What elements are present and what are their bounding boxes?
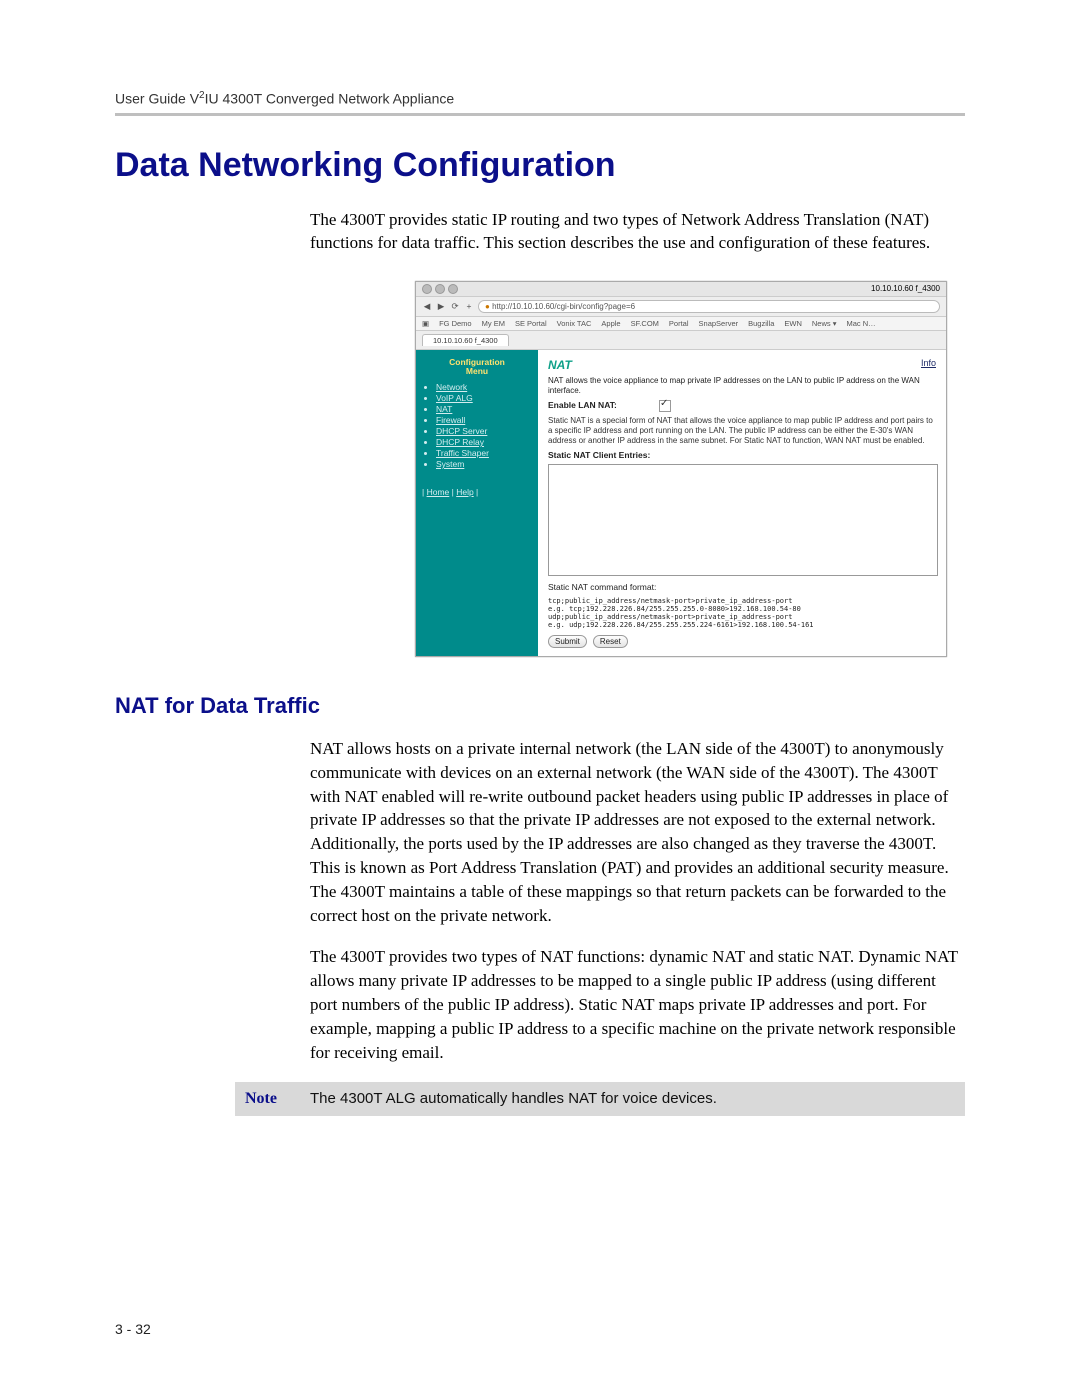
sidebar-footer-links: | Home | Help | <box>422 487 532 497</box>
entries-label: Static NAT Client Entries: <box>548 450 936 461</box>
bookmarks-bar: ▣ FG Demo My EM SE Portal Vonix TAC Appl… <box>416 317 946 331</box>
bookmarks-toggle-icon[interactable]: ▣ <box>422 319 429 328</box>
panel-description: NAT allows the voice appliance to map pr… <box>548 376 936 396</box>
config-sidebar: ConfigurationMenu Network VoIP ALG NAT F… <box>416 350 538 656</box>
webapp-body: ConfigurationMenu Network VoIP ALG NAT F… <box>416 350 946 656</box>
enable-lan-nat-label: Enable LAN NAT: <box>548 400 617 410</box>
section-heading: Data Networking Configuration <box>115 146 965 185</box>
sidebar-item-system[interactable]: System <box>436 459 532 469</box>
config-panel: NAT Info NAT allows the voice appliance … <box>538 350 946 656</box>
bookmark-item[interactable]: Portal <box>669 319 689 328</box>
intro-paragraph: The 4300T provides static IP routing and… <box>310 209 965 255</box>
bookmark-item[interactable]: FG Demo <box>439 319 472 328</box>
note-callout: Note The 4300T ALG automatically handles… <box>235 1082 965 1116</box>
address-bar[interactable]: ● http://10.10.10.60/cgi-bin/config?page… <box>478 300 940 313</box>
bookmark-item[interactable]: My EM <box>482 319 505 328</box>
submit-button[interactable]: Submit <box>548 635 587 648</box>
form-buttons: Submit Reset <box>548 635 936 648</box>
sidebar-item-firewall[interactable]: Firewall <box>436 415 532 425</box>
panel-heading: NAT <box>548 358 572 372</box>
embedded-screenshot: 10.10.10.60 f_4300 ◀ ▶ ⟳ + ● http://10.1… <box>415 281 947 657</box>
cmd-format-examples: tcp;public_ip_address/netmask-port>priva… <box>548 597 936 629</box>
window-title: 10.10.10.60 f_4300 <box>871 284 940 293</box>
add-icon[interactable]: + <box>464 301 474 311</box>
bookmark-item[interactable]: Mac N… <box>847 319 876 328</box>
bookmark-item[interactable]: Bugzilla <box>748 319 774 328</box>
sidebar-item-nat[interactable]: NAT <box>436 404 532 414</box>
traffic-lights <box>422 284 458 294</box>
body-paragraph-2: The 4300T provides two types of NAT func… <box>310 945 965 1064</box>
sidebar-menu: Network VoIP ALG NAT Firewall DHCP Serve… <box>436 382 532 469</box>
note-label: Note <box>245 1090 310 1108</box>
note-text: The 4300T ALG automatically handles NAT … <box>310 1090 717 1107</box>
sidebar-item-network[interactable]: Network <box>436 382 532 392</box>
sidebar-home-link[interactable]: Home <box>427 487 450 497</box>
cmd-format-label: Static NAT command format: <box>548 582 936 593</box>
header-rule <box>115 113 965 116</box>
sidebar-item-dhcp-server[interactable]: DHCP Server <box>436 426 532 436</box>
static-nat-description: Static NAT is a special form of NAT that… <box>548 416 936 446</box>
bookmark-item[interactable]: SnapServer <box>699 319 739 328</box>
back-icon[interactable]: ◀ <box>422 301 432 312</box>
document-page: User Guide V2IU 4300T Converged Network … <box>0 0 1080 1397</box>
enable-lan-nat-row: Enable LAN NAT: <box>548 400 936 412</box>
bookmark-item[interactable]: Apple <box>601 319 620 328</box>
bookmark-item[interactable]: Vonix TAC <box>557 319 592 328</box>
body-paragraph-1: NAT allows hosts on a private internal n… <box>310 737 965 927</box>
browser-tab[interactable]: 10.10.10.60 f_4300 <box>422 334 509 346</box>
info-link[interactable]: Info <box>921 358 936 372</box>
window-titlebar: 10.10.10.60 f_4300 <box>416 282 946 297</box>
sidebar-item-voip-alg[interactable]: VoIP ALG <box>436 393 532 403</box>
bookmark-item[interactable]: News ▾ <box>812 319 837 328</box>
subsection-heading: NAT for Data Traffic <box>115 693 965 719</box>
sidebar-help-link[interactable]: Help <box>456 487 473 497</box>
enable-lan-nat-checkbox[interactable] <box>659 400 671 412</box>
reset-button[interactable]: Reset <box>593 635 628 648</box>
sidebar-item-dhcp-relay[interactable]: DHCP Relay <box>436 437 532 447</box>
bookmark-item[interactable]: SE Portal <box>515 319 547 328</box>
browser-tabbar: 10.10.10.60 f_4300 <box>416 331 946 350</box>
reload-icon[interactable]: ⟳ <box>450 301 460 312</box>
page-number: 3 - 32 <box>115 1321 151 1337</box>
sidebar-item-traffic-shaper[interactable]: Traffic Shaper <box>436 448 532 458</box>
running-header: User Guide V2IU 4300T Converged Network … <box>115 90 965 107</box>
bookmark-item[interactable]: SF.COM <box>631 319 659 328</box>
sidebar-heading: ConfigurationMenu <box>422 358 532 377</box>
forward-icon[interactable]: ▶ <box>436 301 446 312</box>
bookmark-item[interactable]: EWN <box>784 319 802 328</box>
static-nat-entries-textarea[interactable] <box>548 464 938 576</box>
browser-toolbar: ◀ ▶ ⟳ + ● http://10.10.10.60/cgi-bin/con… <box>416 297 946 317</box>
